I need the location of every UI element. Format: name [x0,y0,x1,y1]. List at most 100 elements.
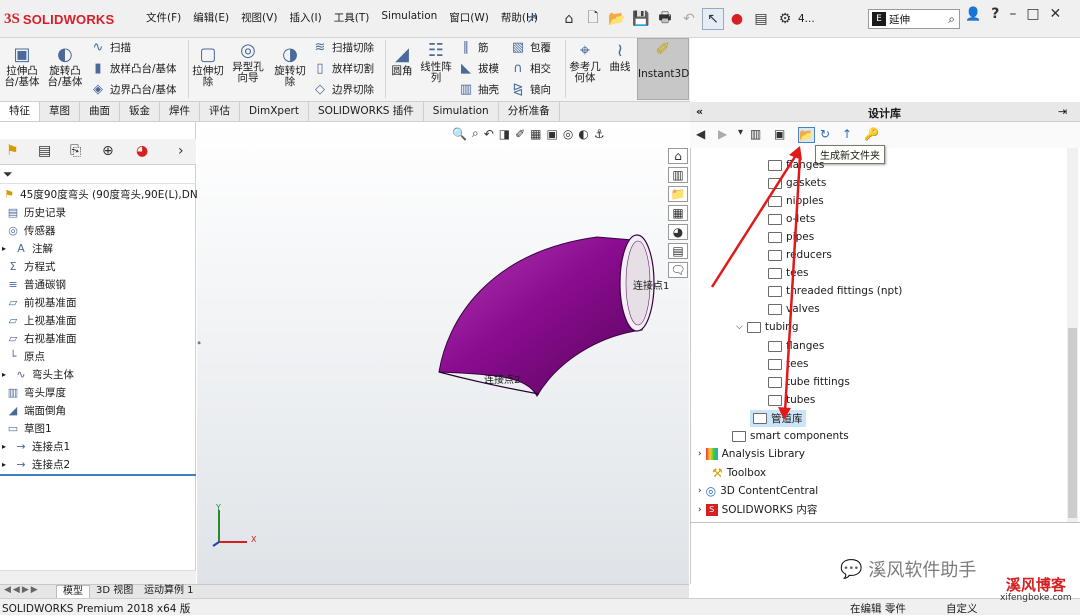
zoom-to-fit-icon[interactable]: 🔍 [452,126,467,141]
refresh-icon[interactable]: ↻ [820,127,830,141]
feature-manager-tab-icon[interactable]: ⚑ [6,143,19,159]
property-manager-tab-icon[interactable]: ▤ [38,143,51,159]
menu-edit[interactable]: 编辑(E) [187,10,235,25]
filter-icon[interactable]: ⏷ [3,167,13,182]
tab-simulation[interactable]: Simulation [424,102,499,121]
list-item[interactable]: reducers [768,249,832,261]
expand-arrow-icon[interactable]: ▸ [2,442,10,451]
menu-view[interactable]: 视图(V) [235,10,283,25]
user-icon[interactable]: 👤 [965,7,981,22]
mirror-button[interactable]: ⧎ 镜向 [510,82,551,97]
shell-button[interactable]: ▥ 抽壳 [458,82,499,97]
list-item-tubing[interactable]: ⌵ tubing [736,321,799,333]
appearances-icon[interactable]: ◕ [668,224,688,240]
list-item[interactable]: nipples [768,195,824,207]
expand-arrow-icon[interactable]: › [698,505,702,515]
connection-point-2-label[interactable]: 连接点2 [484,371,520,386]
list-item-pipe-library-selected[interactable]: 管道库 [750,410,806,427]
menu-file[interactable]: 文件(F) [140,10,187,25]
tree-item-equations[interactable]: Σ 方程式 [6,259,56,274]
tree-item-front-plane[interactable]: ▱ 前视基准面 [6,295,77,310]
expand-arrow-icon[interactable]: › [698,486,702,496]
boundary-boss-button[interactable]: ◈ 边界凸台/基体 [90,82,177,97]
list-item[interactable]: flanges [768,159,824,171]
dimxpert-tab-icon[interactable]: ⊕ [102,143,114,159]
tree-item-elbow-body[interactable]: ▸ ∿ 弯头主体 [2,367,74,382]
draft-button[interactable]: ◣ 拔模 [458,61,499,76]
close-icon[interactable]: ✕ [1050,6,1062,22]
back-icon[interactable]: ◀ [696,127,705,141]
extrude-boss-button[interactable]: ▣ 拉伸凸台/基体 [2,44,42,88]
previous-view-icon[interactable]: ↶ [484,126,494,141]
print-icon[interactable]: 🖶 [654,8,676,30]
hole-wizard-button[interactable]: ◎ 异型孔向导 [228,40,268,84]
loft-boss-button[interactable]: ▮ 放样凸台/基体 [90,61,176,76]
tree-item-right-plane[interactable]: ▱ 右视基准面 [6,331,77,346]
loft-cut-button[interactable]: ▯ 放样切割 [312,61,374,76]
solidworks-logo[interactable]: 3S SOLIDWORKS [4,6,124,32]
dynamic-annotation-icon[interactable]: ✐ [515,126,525,141]
minimize-icon[interactable]: – [1009,6,1016,22]
tree-item-end-chamfer[interactable]: ◢ 端面倒角 [6,403,66,418]
view-orientation-icon[interactable]: ▦ [530,126,541,141]
undo-icon[interactable]: ↶ [678,8,700,30]
tree-item-annotations[interactable]: ▸ A 注解 [2,241,53,256]
help-icon[interactable]: ? [991,6,999,22]
root-analysis-library[interactable]: › Analysis Library [698,448,805,460]
list-item[interactable]: valves [768,303,820,315]
tree-item-material[interactable]: ≡ 普通碳钢 [6,277,66,292]
pin-icon[interactable]: ↗ [526,11,538,27]
tab-3d-view[interactable]: 3D 视图 [92,585,137,597]
fillet-button[interactable]: ◢ 圆角 [387,44,417,77]
forum-icon[interactable]: 🗨 [668,262,688,278]
extrude-cut-button[interactable]: ▢ 拉伸切除 [190,44,226,88]
list-item[interactable]: tees [768,358,809,370]
wrap-button[interactable]: ▧ 包覆 [510,40,551,55]
history-dropdown-icon[interactable]: ▾ [738,127,743,138]
root-toolbox[interactable]: ⚒ Toolbox [712,466,766,480]
collapse-panel-icon[interactable]: « [696,105,703,118]
chevron-down-icon[interactable]: ⌵ [736,322,743,332]
tab-addins[interactable]: SOLIDWORKS 插件 [309,102,424,121]
graphics-area[interactable]: 连接点1 连接点2 X Y [197,122,689,584]
list-item[interactable]: tube fittings [768,376,850,388]
tree-item-top-plane[interactable]: ▱ 上视基准面 [6,313,77,328]
forward-icon[interactable]: ▶ [718,127,727,141]
tree-root-part[interactable]: ⚑ 45度90度弯头 (90度弯头,90E(L),DN12 [2,187,211,202]
tree-item-history[interactable]: ▤ 历史记录 [6,205,66,220]
list-item[interactable]: tubes [768,394,815,406]
menu-tools[interactable]: 工具(T) [328,10,376,25]
curves-button[interactable]: ≀ 曲线 [604,40,636,73]
smart-component-icon[interactable]: 🔑 [864,127,879,141]
menu-simulation[interactable]: Simulation [375,10,443,25]
overflow-label[interactable]: 4... [798,13,815,25]
intersect-button[interactable]: ∩ 相交 [510,61,551,76]
tree-item-elbow-thickness[interactable]: ▥ 弯头厚度 [6,385,66,400]
connection-point-1-label[interactable]: 连接点1 [633,277,669,292]
instant3d-button[interactable]: ✐ Instant3D [637,38,689,100]
file-explorer-icon[interactable]: ▦ [668,205,688,221]
zoom-area-icon[interactable]: ⌕ [472,126,479,141]
tab-motion-study[interactable]: 运动算例 1 [140,585,198,597]
tab-analysis-prep[interactable]: 分析准备 [499,102,560,121]
list-item[interactable]: pipes [768,231,814,243]
tree-item-connection-point-1[interactable]: ▸ → 连接点1 [2,439,70,454]
resources-icon[interactable]: ▥ [668,167,688,183]
boundary-cut-button[interactable]: ◇ 边界切除 [312,82,374,97]
menu-insert[interactable]: 插入(I) [283,10,327,25]
list-item[interactable]: o-lets [768,213,815,225]
list-item[interactable]: tees [768,267,809,279]
add-file-location-icon[interactable]: ▣ [774,127,785,141]
new-folder-icon[interactable]: 📂 [798,127,815,143]
tab-evaluate[interactable]: 评估 [200,102,240,121]
design-library-tab-icon[interactable]: 📁 [668,186,688,202]
tree-item-origin[interactable]: └ 原点 [6,349,45,364]
maximize-icon[interactable]: □ [1026,6,1039,22]
list-item[interactable]: smart components [732,430,849,442]
tab-surfaces[interactable]: 曲面 [80,102,120,121]
home-icon[interactable]: ⌂ [668,148,688,164]
tab-model[interactable]: 模型 [56,585,90,599]
expand-arrow-icon[interactable]: ▸ [2,370,10,379]
sweep-cut-button[interactable]: ≋ 扫描切除 [312,40,374,55]
configuration-manager-tab-icon[interactable]: ⎘ [70,143,81,159]
